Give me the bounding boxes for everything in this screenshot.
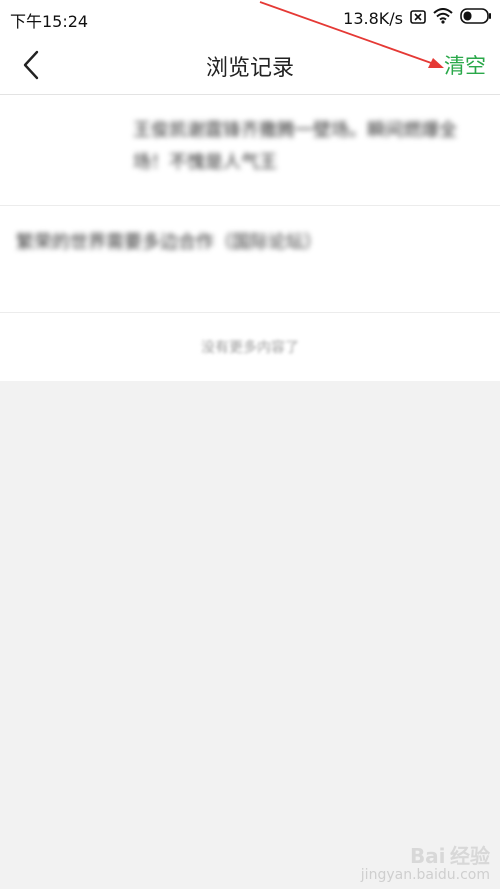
watermark-logo: Bai bbox=[409, 844, 446, 868]
battery-icon bbox=[460, 8, 492, 28]
item-title: 王俊凯谢霆锋齐撒腾一壁场。瞬间燃爆全场！不愧是人气王 bbox=[133, 120, 457, 173]
close-box-icon bbox=[410, 9, 426, 28]
item-title: 繁荣的世界需要多边合作（国际论坛） bbox=[16, 232, 322, 253]
watermark-logo-suffix: 经验 bbox=[450, 844, 490, 868]
status-right: 13.8K/s bbox=[343, 8, 492, 28]
end-text: 没有更多内容了 bbox=[201, 340, 299, 356]
network-speed: 13.8K/s bbox=[343, 8, 403, 28]
header: 浏览记录 清空 bbox=[0, 36, 500, 95]
watermark-url: jingyan.baidu.com bbox=[360, 867, 490, 883]
list-item[interactable] bbox=[0, 206, 500, 313]
list-end: 没有更多内容了 bbox=[0, 313, 500, 381]
watermark: Bai 经验 jingyan.baidu.com bbox=[360, 846, 490, 883]
page-title: 浏览记录 bbox=[205, 56, 294, 81]
list-item[interactable]: 王俊凯谢霆锋齐撒腾一壁场。瞬间燃爆全场！不愧是人气王 bbox=[0, 95, 500, 206]
clear-button[interactable]: 清空 bbox=[444, 50, 486, 80]
status-bar: 下午15:24 13.8K/s bbox=[0, 0, 500, 36]
status-time: 下午15:24 bbox=[10, 12, 89, 31]
history-list: 王俊凯谢霆锋齐撒腾一壁场。瞬间燃爆全场！不愧是人气王 bbox=[0, 95, 500, 206]
wifi-icon bbox=[433, 8, 453, 28]
